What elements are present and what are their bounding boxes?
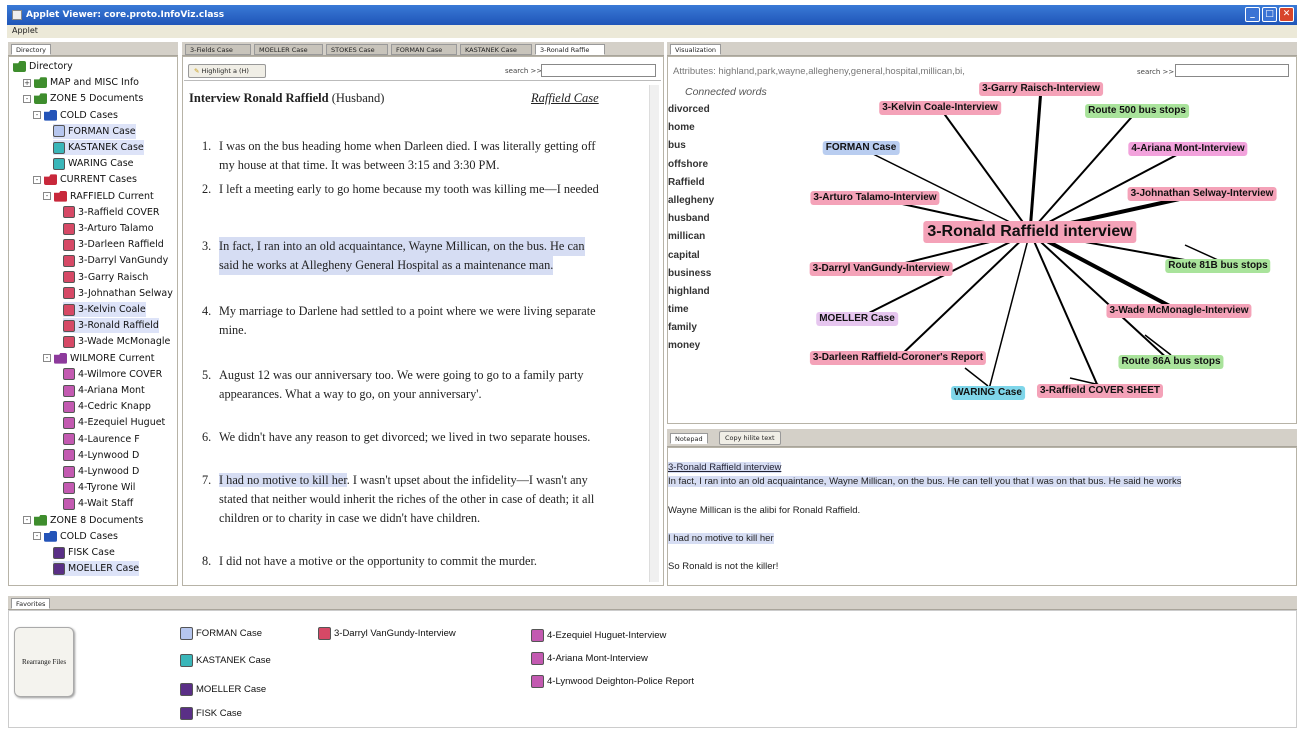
- notepad-line-1: In fact, I ran into an old acquaintance,…: [668, 476, 1182, 487]
- document-icon: [180, 627, 193, 640]
- tab-favorites[interactable]: Favorites: [11, 598, 51, 609]
- document-icon: [180, 707, 193, 720]
- graph-node[interactable]: 3-Darleen Raffield-Coroner's Report: [809, 351, 987, 365]
- graph-edge: [1184, 244, 1219, 261]
- favorite-item[interactable]: 4-Ezequiel Huguet-Interview: [531, 629, 666, 642]
- favorite-label: KASTANEK Case: [196, 655, 271, 666]
- graph-node[interactable]: 3-Arturo Talamo-Interview: [810, 191, 940, 205]
- favorite-label: 4-Ariana Mont-Interview: [547, 653, 648, 664]
- graph-node[interactable]: Route 81B bus stops: [1165, 259, 1271, 273]
- document-icon: [180, 683, 193, 696]
- notepad-line-3: I had no motive to kill her: [668, 533, 774, 544]
- graph-edge: [897, 231, 1031, 359]
- graph-edge: [964, 367, 989, 387]
- tab-notepad[interactable]: Notepad: [670, 433, 708, 444]
- copy-hilite-button[interactable]: Copy hilite text: [719, 431, 781, 445]
- graph-edge: [860, 147, 1031, 233]
- favorite-label: 4-Ezequiel Huguet-Interview: [547, 630, 667, 641]
- graph-node[interactable]: WARING Case: [951, 386, 1025, 400]
- graph-node[interactable]: 3-Kelvin Coale-Interview: [879, 101, 1001, 115]
- graph-edge: [1029, 231, 1101, 392]
- favorite-label: FISK Case: [196, 708, 242, 719]
- graph-node[interactable]: 3-Wade McMonagle-Interview: [1106, 304, 1252, 318]
- graph-node[interactable]: MOELLER Case: [816, 312, 898, 326]
- graph-center-node[interactable]: 3-Ronald Raffield interview: [923, 221, 1137, 243]
- favorite-label: FORMAN Case: [196, 628, 262, 639]
- favorite-item[interactable]: FISK Case: [180, 707, 242, 720]
- graph-node[interactable]: FORMAN Case: [822, 141, 900, 155]
- notepad-tabstrip: Notepad Copy hilite text: [667, 429, 1297, 447]
- notepad-text[interactable]: 3-Ronald Raffield interview In fact, I r…: [668, 461, 1294, 581]
- favorite-item[interactable]: 3-Darryl VanGundy-Interview: [318, 627, 456, 640]
- favorite-label: MOELLER Case: [196, 684, 267, 695]
- favorite-label: 3-Darryl VanGundy-Interview: [334, 628, 456, 639]
- document-icon: [318, 627, 331, 640]
- document-icon: [531, 629, 544, 642]
- graph-node[interactable]: 3-Darryl VanGundy-Interview: [809, 262, 953, 276]
- document-icon: [531, 652, 544, 665]
- graph-node[interactable]: Route 86A bus stops: [1118, 355, 1224, 369]
- document-icon: [531, 675, 544, 688]
- graph-edge: [1028, 88, 1043, 233]
- graph-edge: [987, 231, 1031, 394]
- graph-node[interactable]: 3-Raffield COVER SHEET: [1036, 384, 1164, 398]
- graph-node[interactable]: 3-Garry Raisch-Interview: [979, 82, 1103, 96]
- favorite-item[interactable]: KASTANEK Case: [180, 654, 271, 667]
- favorite-item[interactable]: MOELLER Case: [180, 683, 266, 696]
- favorite-label: 4-Lynwood Deighton-Police Report: [547, 676, 694, 687]
- favorite-item[interactable]: 4-Ariana Mont-Interview: [531, 652, 648, 665]
- graph-edge: [1029, 230, 1180, 313]
- favorites-tabstrip: Favorites: [8, 596, 1297, 610]
- graph-edge: [1144, 334, 1172, 356]
- document-icon: [180, 654, 193, 667]
- graph-edge: [939, 107, 1031, 233]
- graph-node[interactable]: 3-Johnathan Selway-Interview: [1127, 187, 1277, 201]
- rearrange-files-button[interactable]: Rearrange Files: [14, 627, 74, 697]
- graph-node[interactable]: Route 500 bus stops: [1085, 104, 1189, 118]
- favorite-item[interactable]: 4-Lynwood Deighton-Police Report: [531, 675, 694, 688]
- notepad-line-4: So Ronald is not the killer!: [668, 561, 779, 572]
- notepad-line-2: Wayne Millican is the alibi for Ronald R…: [668, 505, 861, 516]
- graph-node[interactable]: 4-Ariana Mont-Interview: [1128, 142, 1248, 156]
- favorite-item[interactable]: FORMAN Case: [180, 627, 262, 640]
- notepad-link[interactable]: 3-Ronald Raffield interview: [668, 462, 782, 473]
